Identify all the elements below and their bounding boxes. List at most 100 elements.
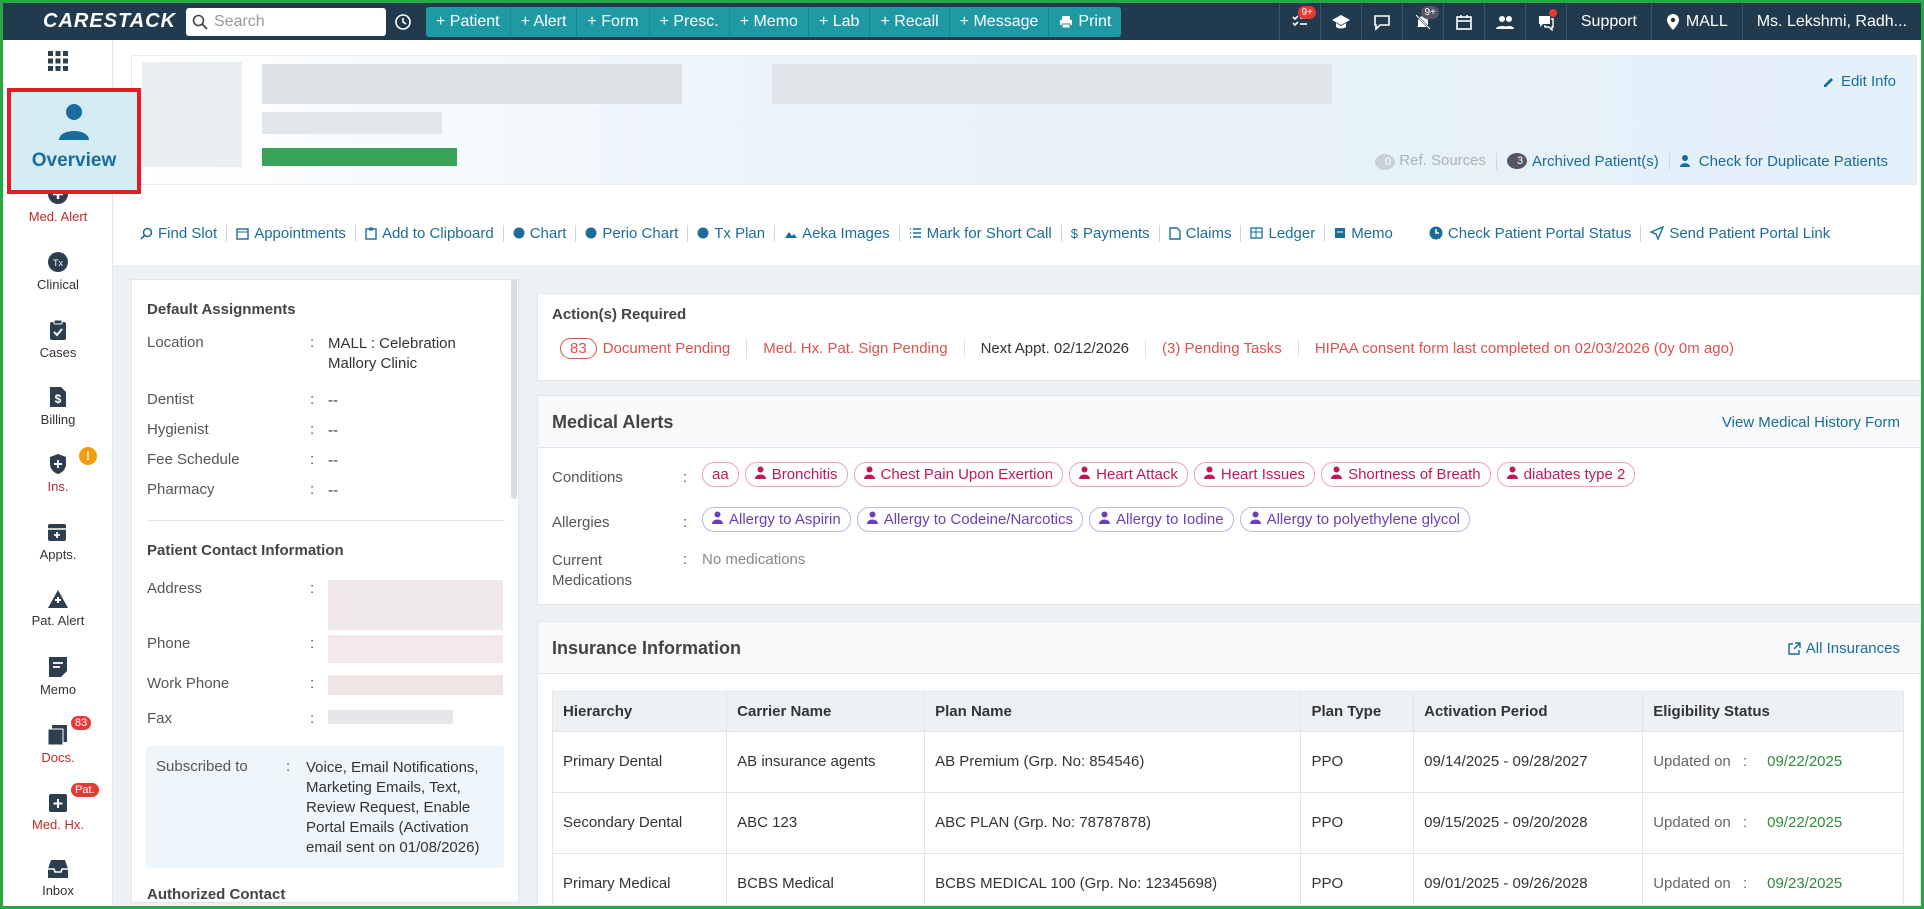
eligibility-date-link[interactable]: 09/22/2025 xyxy=(1767,753,1842,770)
hipaa-consent-link[interactable]: HIPAA consent form last completed on 02/… xyxy=(1299,340,1750,357)
authorized-contact-title: Authorized Contact xyxy=(147,886,286,903)
send-portal-link[interactable]: Send Patient Portal Link xyxy=(1641,225,1839,242)
condition-chip[interactable]: Shortness of Breath xyxy=(1321,462,1491,487)
table-cell: Secondary Dental xyxy=(551,792,728,854)
location-selector[interactable]: MALL xyxy=(1650,3,1742,40)
table-row[interactable]: Secondary Dental ABC 123 ABC PLAN (Grp. No… xyxy=(551,792,1904,854)
add-prescription-button[interactable]: + Presc. xyxy=(650,6,730,37)
panel-scrollbar[interactable] xyxy=(511,279,517,499)
support-link[interactable]: Support xyxy=(1565,3,1651,40)
condition-chip[interactable]: Bronchitis xyxy=(744,462,848,487)
chat-icon[interactable] xyxy=(1360,3,1402,40)
calendar-icon[interactable] xyxy=(1442,3,1484,40)
column-header[interactable]: Plan Name xyxy=(924,691,1302,732)
sidebar-item-appts[interactable]: Appts. xyxy=(3,521,113,562)
document-pending-link[interactable]: 83 Document Pending xyxy=(560,338,748,359)
condition-chip[interactable]: diabates type 2 xyxy=(1496,462,1636,487)
mark-short-call-link[interactable]: Mark for Short Call xyxy=(900,224,1062,242)
add-recall-button[interactable]: + Recall xyxy=(870,6,950,37)
add-form-button[interactable]: + Form xyxy=(577,6,650,37)
med-hx-pending-link[interactable]: Med. Hx. Pat. Sign Pending xyxy=(747,340,965,357)
list-icon xyxy=(909,228,921,238)
add-message-button[interactable]: + Message xyxy=(950,6,1050,37)
sidebar-item-cases[interactable]: Cases xyxy=(3,319,113,360)
sidebar-item-memo[interactable]: Memo xyxy=(3,656,113,697)
messages-icon[interactable] xyxy=(1524,3,1566,40)
sidebar-item-med-hx[interactable]: Pat. Med. Hx. xyxy=(3,783,113,832)
add-memo-button[interactable]: + Memo xyxy=(730,6,809,37)
allergy-chip[interactable]: Allergy to Iodine xyxy=(1088,507,1234,532)
sidebar-item-billing[interactable]: $ Billing xyxy=(3,386,113,427)
view-medical-history-link[interactable]: View Medical History Form xyxy=(1722,414,1900,431)
muted-notifications-icon[interactable]: 9+ xyxy=(1401,3,1443,40)
carestack-logo[interactable]: CARESTACK xyxy=(3,10,175,33)
column-header[interactable]: Hierarchy xyxy=(551,691,728,732)
all-insurances-link[interactable]: All Insurances xyxy=(1788,640,1900,657)
allergy-chip[interactable]: Allergy to Codeine/Narcotics xyxy=(856,507,1083,532)
condition-chip[interactable]: Heart Issues xyxy=(1193,462,1316,487)
table-cell: AB insurance agents xyxy=(726,731,926,793)
column-header[interactable]: Eligibility Status xyxy=(1642,691,1904,732)
sidebar-item-overview[interactable]: Overview xyxy=(7,88,141,194)
add-alert-button[interactable]: + Alert xyxy=(511,6,578,37)
memo-icon xyxy=(1335,228,1346,238)
top-bar: CARESTACK Search + Patient + Alert + For… xyxy=(3,3,1921,40)
sidebar-item-inbox[interactable]: Inbox xyxy=(3,859,113,898)
allergy-chip[interactable]: Allergy to polyethylene glycol xyxy=(1239,507,1471,532)
sidebar-item-docs[interactable]: 83 Docs. xyxy=(3,716,113,765)
table-row[interactable]: Primary Medical BCBS Medical BCBS MEDICAL … xyxy=(551,853,1904,905)
edit-info-button[interactable]: Edit Info xyxy=(1822,73,1896,90)
perio-chart-label: Perio Chart xyxy=(602,224,679,242)
add-to-clipboard-link[interactable]: Add to Clipboard xyxy=(356,224,504,242)
find-slot-link[interactable]: Find Slot xyxy=(131,224,228,242)
pending-tasks-link[interactable]: (3) Pending Tasks xyxy=(1146,340,1299,357)
pencil-icon xyxy=(1823,77,1833,87)
users-icon[interactable] xyxy=(1483,3,1525,40)
eligibility-date-link[interactable]: 09/23/2025 xyxy=(1767,875,1842,892)
apps-menu-icon[interactable] xyxy=(3,50,113,76)
column-header[interactable]: Activation Period xyxy=(1413,691,1644,732)
condition-chip[interactable]: aa xyxy=(702,462,739,487)
add-lab-button[interactable]: + Lab xyxy=(809,6,871,37)
education-icon[interactable] xyxy=(1319,3,1361,40)
next-appointment[interactable]: Next Appt. 02/12/2026 xyxy=(965,340,1147,357)
sidebar-item-insurance[interactable]: ! Ins. xyxy=(3,447,113,494)
user-menu[interactable]: Ms. Lekshmi, Radh... xyxy=(1741,3,1921,40)
tx-icon: Tx xyxy=(3,251,113,273)
sidebar-item-clinical[interactable]: Tx Clinical xyxy=(3,251,113,292)
column-header[interactable]: Plan Type xyxy=(1300,691,1415,732)
memo-label: Memo xyxy=(1351,224,1393,242)
tx-plan-link[interactable]: Tx Plan xyxy=(688,224,776,242)
check-portal-status-link[interactable]: Check Patient Portal Status xyxy=(1420,224,1642,242)
allergy-label: Allergy to polyethylene glycol xyxy=(1266,511,1461,528)
warning-triangle-icon xyxy=(3,589,113,609)
column-header[interactable]: Carrier Name xyxy=(726,691,926,732)
sidebar-item-pat-alert[interactable]: Pat. Alert xyxy=(3,589,113,628)
conditions-list: aa Bronchitis Chest Pain Upon Exertion Hear… xyxy=(702,462,1636,487)
add-patient-button[interactable]: + Patient xyxy=(426,6,511,37)
archived-patients-link[interactable]: 3 Archived Patient(s) xyxy=(1496,152,1669,170)
duplicate-patients-link[interactable]: Check for Duplicate Patients xyxy=(1668,152,1898,170)
payments-link[interactable]: $ Payments xyxy=(1062,224,1160,242)
perio-chart-link[interactable]: Perio Chart xyxy=(576,224,689,242)
ledger-link[interactable]: Ledger xyxy=(1241,224,1326,242)
aeka-images-label: Aeka Images xyxy=(802,224,890,242)
history-icon[interactable] xyxy=(386,5,420,39)
tasks-icon[interactable]: 9+ xyxy=(1278,3,1320,40)
aeka-images-link[interactable]: Aeka Images xyxy=(775,224,900,242)
condition-chip[interactable]: Heart Attack xyxy=(1069,462,1188,487)
chart-link[interactable]: Chart xyxy=(504,224,577,242)
printer-icon xyxy=(1060,15,1073,28)
allergy-chip[interactable]: Allergy to Aspirin xyxy=(702,507,851,532)
appointments-link[interactable]: Appointments xyxy=(227,224,356,242)
location-value: MALL : Celebration Mallory Clinic xyxy=(328,335,456,372)
claims-link[interactable]: Claims xyxy=(1160,224,1242,242)
table-row[interactable]: Primary Dental AB insurance agents AB Prem… xyxy=(551,731,1904,793)
condition-chip[interactable]: Chest Pain Upon Exertion xyxy=(853,462,1064,487)
eligibility-date-link[interactable]: 09/22/2025 xyxy=(1767,814,1842,831)
patient-name-redacted xyxy=(262,64,682,104)
search-input[interactable]: Search xyxy=(186,7,386,36)
memo-link[interactable]: Memo xyxy=(1325,225,1402,242)
ref-sources-link[interactable]: 0 Ref. Sources xyxy=(1365,152,1496,170)
print-button[interactable]: Print xyxy=(1049,7,1121,37)
